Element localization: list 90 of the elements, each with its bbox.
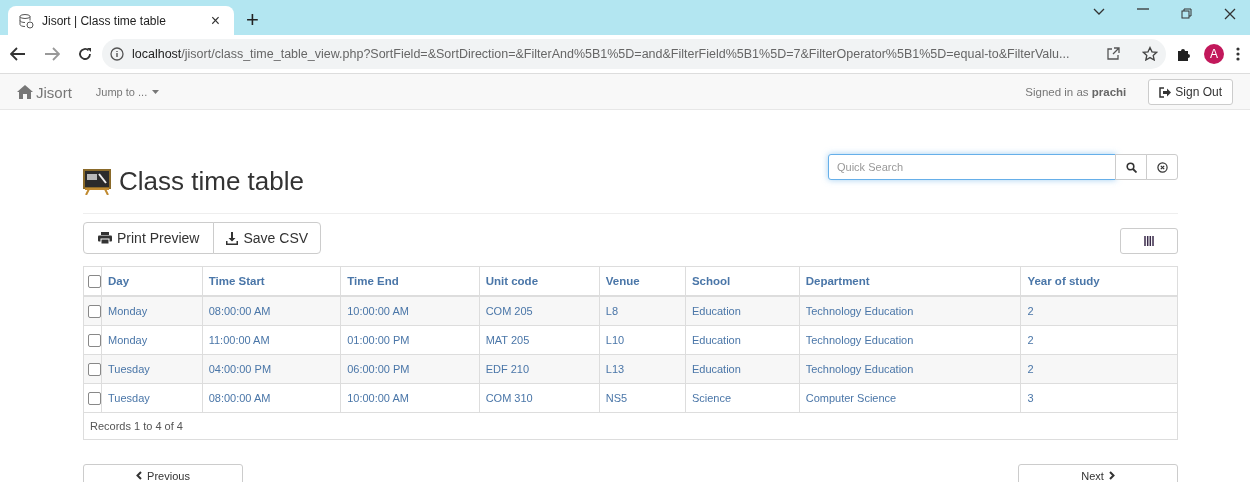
column-header[interactable]: Year of study bbox=[1027, 275, 1100, 287]
database-icon bbox=[18, 12, 34, 29]
share-icon[interactable] bbox=[1106, 47, 1120, 61]
column-header[interactable]: Time Start bbox=[208, 275, 265, 287]
home-icon bbox=[17, 85, 33, 99]
close-icon[interactable] bbox=[1224, 7, 1236, 20]
table-cell: 08:00:00 AM bbox=[208, 392, 271, 404]
star-icon[interactable] bbox=[1142, 46, 1158, 62]
table-cell: Education bbox=[691, 363, 741, 375]
restore-icon[interactable] bbox=[1181, 7, 1192, 19]
table-cell: Computer Science bbox=[805, 392, 897, 404]
table-cell: 2 bbox=[1027, 363, 1034, 375]
table-cell: COM 205 bbox=[485, 305, 533, 317]
close-tab-button[interactable]: × bbox=[206, 11, 224, 30]
checkbox[interactable] bbox=[88, 391, 101, 405]
table-cell: 11:00:00 AM bbox=[208, 334, 270, 346]
table-cell: L13 bbox=[605, 363, 625, 375]
table-cell: 08:00:00 AM bbox=[208, 305, 271, 317]
column-header[interactable]: Day bbox=[108, 275, 130, 287]
checkbox[interactable] bbox=[88, 274, 101, 288]
back-arrow-icon[interactable] bbox=[10, 47, 26, 61]
table-cell: 10:00:00 AM bbox=[347, 305, 409, 317]
checkbox[interactable] bbox=[88, 362, 101, 376]
column-header[interactable]: Venue bbox=[605, 275, 640, 287]
chevron-right-icon bbox=[1108, 471, 1115, 480]
table-cell: L10 bbox=[605, 334, 625, 346]
table-cell: NS5 bbox=[605, 392, 628, 404]
signed-in-text: Signed in as prachi bbox=[1025, 86, 1127, 98]
table-cell: Monday bbox=[108, 334, 148, 346]
table-cell: EDF 210 bbox=[485, 363, 530, 375]
url-text: localhost/jisort/class_time_table_view.php?SortField=&SortDirection=&FilterAnd%5B1%5D=and&FilterField%5B1%5D=7&FilterOperator%5B1%5D=equal-to&FilterValu... bbox=[132, 47, 1071, 61]
caret-icon bbox=[152, 90, 160, 94]
download-icon bbox=[226, 231, 239, 245]
table-cell: L8 bbox=[605, 305, 619, 317]
jump-to-dropdown[interactable]: Jump to ... bbox=[95, 86, 160, 98]
table-cell: Tuesday bbox=[108, 363, 150, 375]
columns-button[interactable] bbox=[1120, 228, 1178, 254]
quick-search-field[interactable]: Quick Search bbox=[828, 154, 1116, 180]
clear-icon bbox=[1156, 161, 1168, 173]
table-cell: 2 bbox=[1027, 334, 1034, 346]
column-header[interactable]: Time End bbox=[347, 275, 399, 287]
next-button[interactable]: Next bbox=[1018, 464, 1178, 482]
forward-arrow-icon[interactable] bbox=[44, 47, 60, 61]
records-count: Records 1 to 4 of 4 bbox=[90, 420, 183, 432]
table-cell: Monday bbox=[108, 305, 148, 317]
info-icon bbox=[110, 47, 124, 61]
table-cell: Technology Education bbox=[805, 363, 914, 375]
tab-title: Jisort | Class time table bbox=[42, 13, 167, 28]
table-cell: Education bbox=[691, 305, 741, 317]
table-cell: MAT 205 bbox=[485, 334, 530, 346]
table-cell: 04:00:00 PM bbox=[208, 363, 272, 375]
address-bar[interactable]: localhost/jisort/class_time_table_view.php?SortField=&SortDirection=&FilterAnd%5B1%5D=and&FilterField%5B1%5D=7&FilterOperator%5B1%5D=equal-to&FilterValu... bbox=[102, 39, 1166, 69]
checkbox[interactable] bbox=[88, 304, 101, 318]
search-button[interactable] bbox=[1115, 154, 1147, 180]
checkbox[interactable] bbox=[88, 333, 101, 347]
table-cell: COM 310 bbox=[485, 392, 533, 404]
table-cell: 3 bbox=[1027, 392, 1034, 404]
column-header[interactable]: Unit code bbox=[485, 275, 539, 287]
blackboard-icon bbox=[83, 168, 111, 195]
table-cell: Technology Education bbox=[805, 305, 914, 317]
table-cell: Science bbox=[691, 392, 732, 404]
printer-icon bbox=[98, 232, 112, 244]
table-cell: Education bbox=[691, 334, 741, 346]
table-cell: 06:00:00 PM bbox=[347, 363, 410, 375]
clear-search-button[interactable] bbox=[1146, 154, 1178, 180]
columns-icon bbox=[1144, 236, 1154, 246]
chevron-left-icon bbox=[136, 471, 143, 480]
new-tab-button[interactable]: + bbox=[246, 9, 259, 31]
reload-icon[interactable] bbox=[78, 47, 92, 61]
table-cell: Tuesday bbox=[108, 392, 150, 404]
print-preview-button[interactable]: Print Preview bbox=[83, 222, 215, 254]
table-cell: 10:00:00 AM bbox=[347, 392, 409, 404]
table-cell: 2 bbox=[1027, 305, 1034, 317]
browser-tab[interactable]: Jisort | Class time table × bbox=[8, 6, 234, 35]
column-header[interactable]: Department bbox=[805, 275, 870, 287]
table-cell: 01:00:00 PM bbox=[347, 334, 410, 346]
page-title: Class time table bbox=[119, 166, 304, 197]
save-csv-button[interactable]: Save CSV bbox=[213, 222, 322, 254]
tab-search-icon[interactable] bbox=[1093, 7, 1105, 16]
home-link[interactable]: Jisort bbox=[17, 83, 72, 101]
table-cell: Technology Education bbox=[805, 334, 914, 346]
sign-out-button[interactable]: Sign Out bbox=[1148, 79, 1233, 105]
puzzle-icon[interactable] bbox=[1176, 46, 1192, 62]
menu-icon[interactable] bbox=[1236, 47, 1240, 61]
minimize-icon[interactable] bbox=[1137, 7, 1149, 10]
search-icon bbox=[1125, 161, 1137, 173]
previous-button[interactable]: Previous bbox=[83, 464, 243, 482]
sign-out-icon bbox=[1159, 86, 1172, 98]
profile-avatar[interactable]: A bbox=[1204, 44, 1224, 64]
column-header[interactable]: School bbox=[691, 275, 731, 287]
